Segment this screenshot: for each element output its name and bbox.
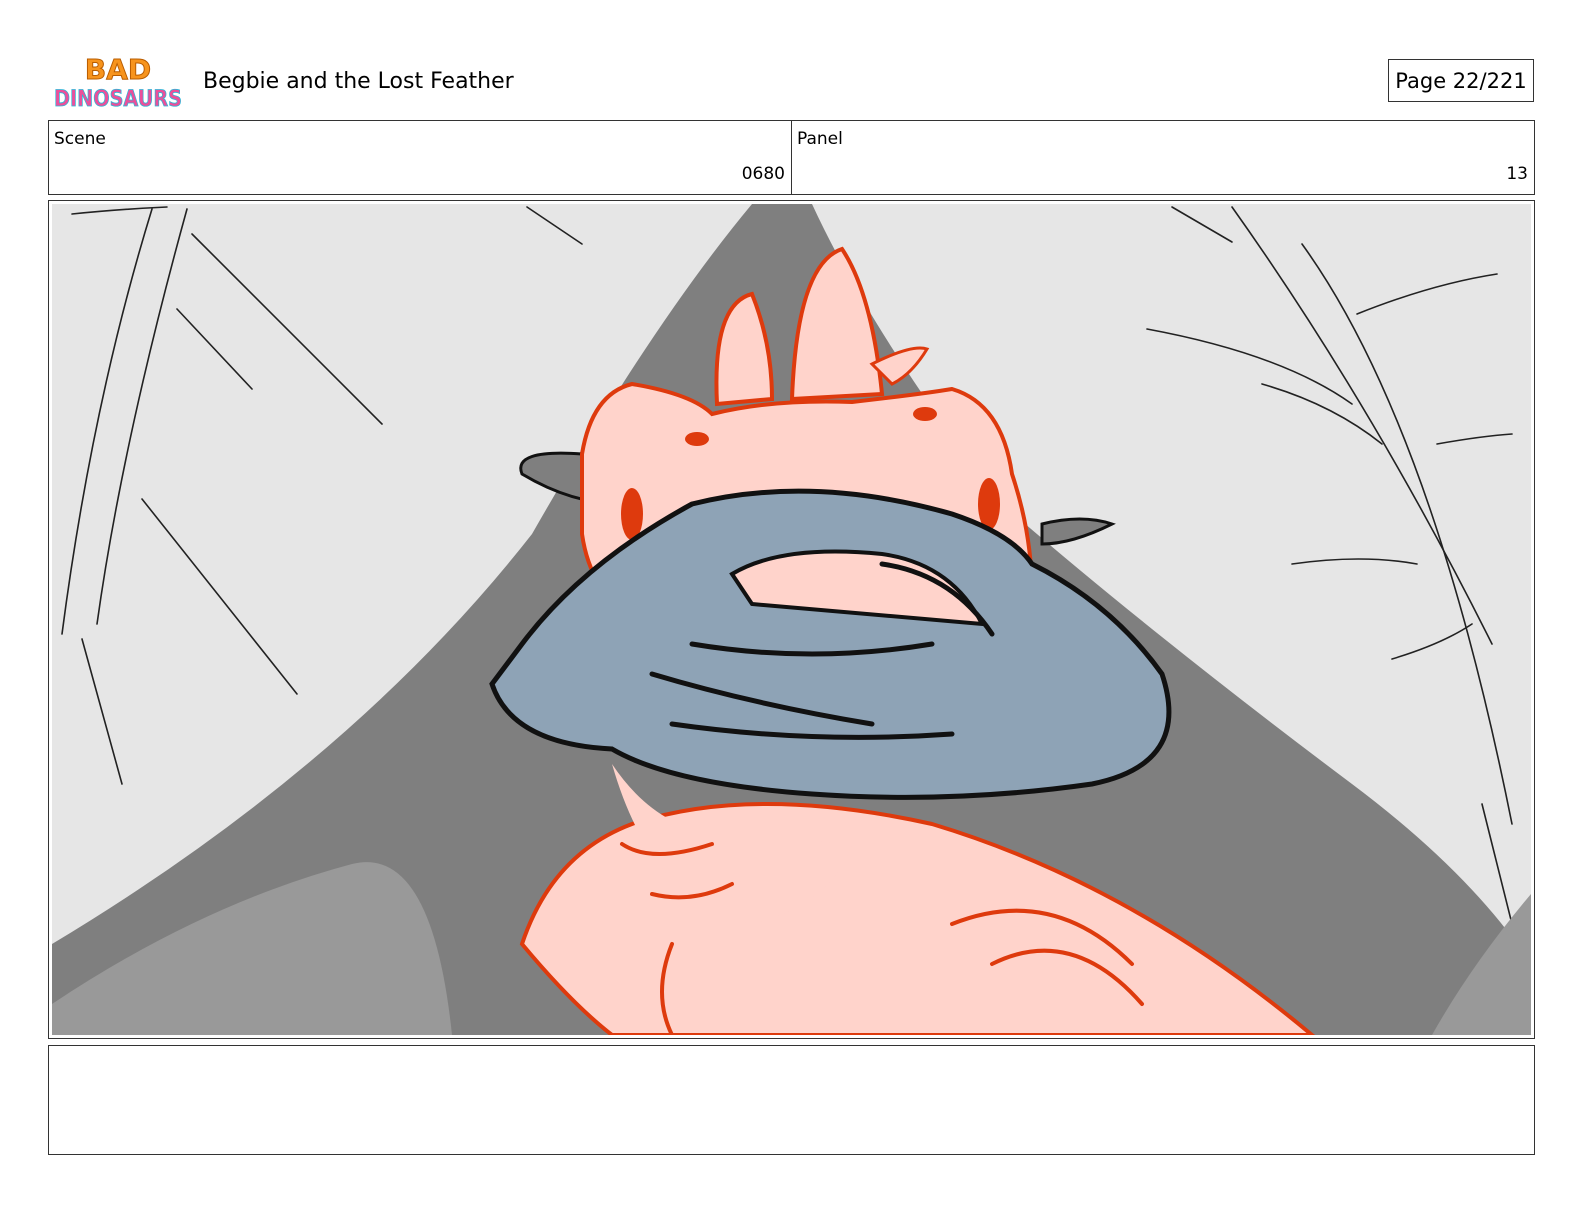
logo-line2: DINOSAURS bbox=[54, 87, 182, 112]
scene-panel-info: Scene 0680 Panel 13 bbox=[48, 120, 1535, 195]
storyboard-panel bbox=[48, 200, 1535, 1039]
storyboard-sketch-image bbox=[52, 204, 1531, 1035]
bad-dinosaurs-logo: BAD DINOSAURS bbox=[54, 53, 183, 113]
panel-cell: Panel 13 bbox=[791, 121, 1534, 194]
document-title: Begbie and the Lost Feather bbox=[203, 69, 514, 94]
scene-label: Scene bbox=[54, 129, 106, 149]
panel-value: 13 bbox=[1506, 164, 1528, 184]
panel-label: Panel bbox=[797, 129, 843, 149]
scene-value: 0680 bbox=[741, 164, 785, 184]
scene-cell: Scene 0680 bbox=[49, 121, 791, 194]
page-number: Page 22/221 bbox=[1388, 59, 1534, 102]
logo-line1: BAD bbox=[85, 53, 151, 86]
caption-box bbox=[48, 1045, 1535, 1155]
